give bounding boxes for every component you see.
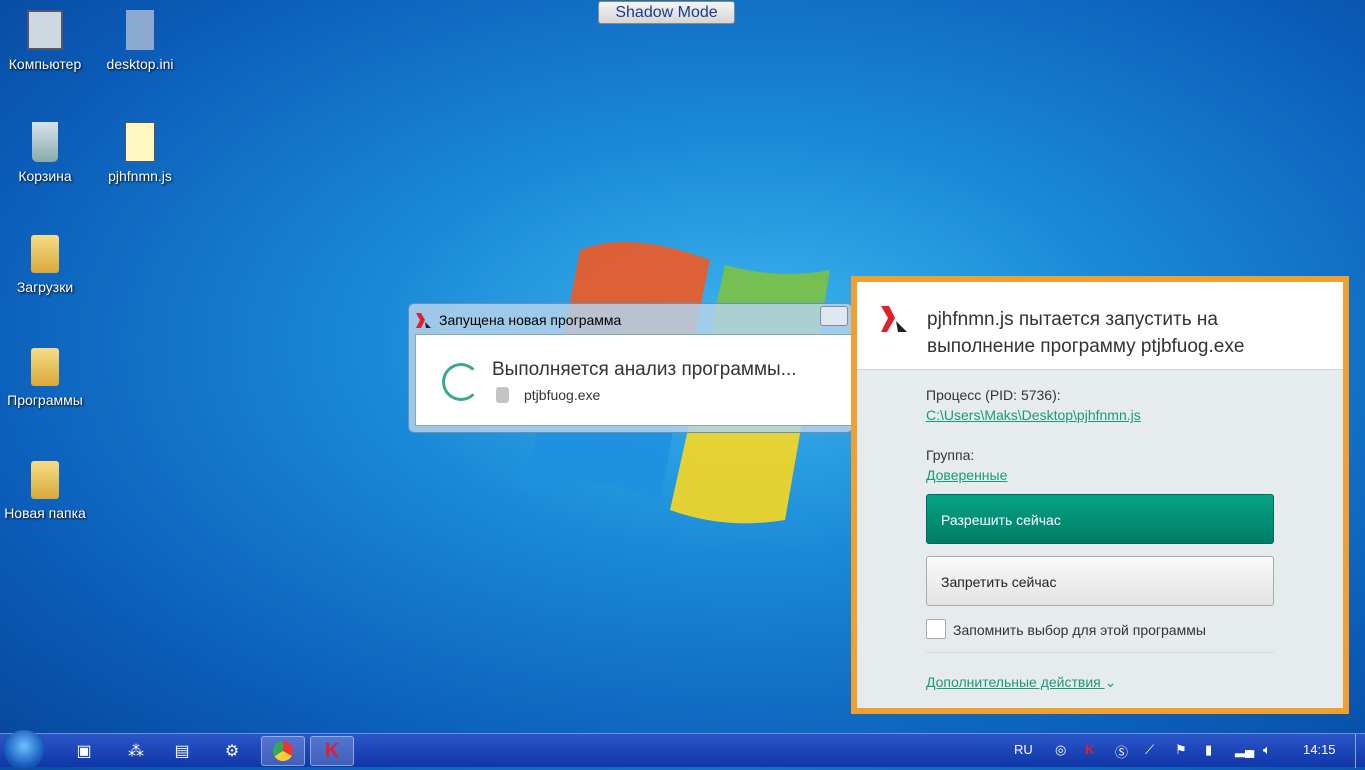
settings-file-icon: [126, 10, 154, 50]
more-actions-link[interactable]: Дополнительные действия ⌄: [926, 674, 1116, 691]
remember-label: Запомнить выбор для этой программы: [953, 622, 1206, 638]
file-name: ptjbfuog.exe: [524, 387, 601, 403]
desktop-icon-downloads[interactable]: Загрузки: [0, 235, 90, 295]
allow-now-button[interactable]: Разрешить сейчас: [926, 494, 1274, 544]
divider: [926, 652, 1274, 653]
icon-label: desktop.ini: [106, 56, 174, 72]
shadow-mode-button[interactable]: Shadow Mode: [598, 1, 735, 24]
tray-feather-icon[interactable]: ⟋: [1145, 742, 1154, 758]
group-label: Группа:: [926, 447, 975, 463]
tray-kaspersky-warning-icon[interactable]: K: [1085, 742, 1094, 757]
taskbar-network-icon[interactable]: ⁂: [114, 736, 158, 766]
folder-icon: [31, 461, 59, 499]
taskbar-settings-icon[interactable]: ⚙: [210, 736, 254, 766]
start-button[interactable]: [4, 730, 44, 770]
process-label: Процесс (PID: 5736):: [926, 387, 1061, 403]
deny-now-button[interactable]: Запретить сейчас: [926, 556, 1274, 606]
analysis-status: Выполняется анализ программы...: [492, 359, 797, 380]
volume-icon[interactable]: 🔈︎: [1263, 742, 1271, 758]
alert-headline: pjhfnmn.js пытается запустить на выполне…: [927, 309, 1245, 357]
desktop-icon-recycle-bin[interactable]: Корзина: [0, 122, 90, 184]
file-icon: [496, 387, 509, 403]
icon-label: Корзина: [18, 168, 72, 184]
icon-label: Загрузки: [16, 279, 74, 295]
network-signal-icon[interactable]: ▂▄: [1235, 742, 1254, 758]
process-path-link[interactable]: C:\Users\Maks\Desktop\pjhfnmn.js: [926, 407, 1141, 423]
minimize-button[interactable]: [820, 306, 848, 326]
battery-icon[interactable]: ▮: [1205, 742, 1212, 758]
spinner-icon: [442, 363, 480, 401]
analysis-window: Запущена новая программа Выполняется ана…: [408, 303, 853, 433]
taskbar-chrome-icon[interactable]: [261, 736, 305, 766]
more-actions-label: Дополнительные действия: [926, 674, 1101, 690]
taskbar: ▣ ⁂ ▤ ⚙ K RU ◎ K Ⓢ ⟋ ⚑ ▮ ▂▄ 🔈︎ 14:15: [0, 730, 1365, 770]
script-file-icon: [125, 122, 155, 162]
group-link[interactable]: Доверенные: [926, 467, 1007, 483]
taskbar-computer-icon[interactable]: ▤: [160, 736, 204, 766]
icon-label: Новая папка: [4, 505, 86, 521]
kaspersky-logo-icon: [881, 306, 907, 332]
kaspersky-alert: pjhfnmn.js пытается запустить на выполне…: [851, 276, 1349, 714]
desktop-icon-computer[interactable]: Компьютер: [0, 10, 90, 72]
desktop-icon-desktop-ini[interactable]: desktop.ini: [95, 10, 185, 72]
window-title: Запущена новая программа: [439, 312, 622, 328]
recycle-bin-icon: [32, 122, 58, 162]
taskbar-kaspersky-icon[interactable]: K: [310, 736, 354, 766]
computer-icon: [27, 10, 63, 50]
language-indicator[interactable]: RU: [1014, 742, 1033, 757]
desktop-icon-new-folder[interactable]: Новая папка: [0, 461, 90, 521]
clock[interactable]: 14:15: [1303, 742, 1336, 757]
icon-label: Программы: [7, 392, 83, 408]
chevron-down-icon: ⌄: [1104, 674, 1117, 690]
desktop-icon-script[interactable]: pjhfnmn.js: [95, 122, 185, 184]
folder-icon: [31, 235, 59, 273]
taskbar-app-icon[interactable]: ▣: [62, 736, 106, 766]
action-center-flag-icon[interactable]: ⚑: [1175, 742, 1187, 758]
tray-s-icon[interactable]: Ⓢ: [1115, 742, 1128, 761]
folder-icon: [31, 348, 59, 386]
icon-label: Компьютер: [8, 56, 82, 72]
kaspersky-icon: [416, 313, 431, 328]
desktop-icon-programs[interactable]: Программы: [0, 348, 90, 408]
show-desktop-button[interactable]: [1355, 734, 1365, 768]
remember-checkbox[interactable]: [926, 619, 946, 639]
icon-label: pjhfnmn.js: [108, 168, 172, 184]
tray-app-icon[interactable]: ◎: [1055, 742, 1066, 758]
